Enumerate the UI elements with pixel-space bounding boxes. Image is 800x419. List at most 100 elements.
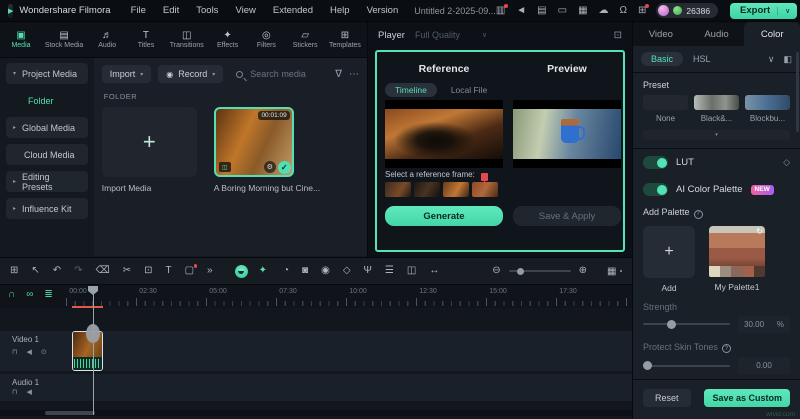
save-icon[interactable]: ▦: [578, 6, 587, 16]
quality-select[interactable]: Full Quality ∨: [415, 30, 487, 40]
track-manager-button[interactable]: ▦: [607, 266, 622, 277]
reference-thumb-2[interactable]: [414, 182, 440, 197]
compare-icon[interactable]: ◧: [783, 54, 792, 65]
save-apply-button[interactable]: Save & Apply: [513, 206, 621, 226]
strength-slider[interactable]: [643, 323, 730, 325]
diamond-icon[interactable]: ◇: [783, 157, 790, 168]
media-clip-tile[interactable]: 00:01:09 ◫ ⚙ ✓: [214, 107, 294, 177]
apps-grid-icon[interactable]: ⊞: [638, 6, 646, 16]
menu-extended[interactable]: Extended: [273, 5, 313, 16]
sidebar-item-editing-presets[interactable]: ▸ Editing Presets: [6, 171, 88, 192]
lock-icon[interactable]: ⊓: [12, 388, 17, 396]
text-tool-icon[interactable]: T: [165, 266, 171, 276]
undo-icon[interactable]: ↶: [53, 266, 61, 276]
import-button[interactable]: Import ▾: [102, 65, 152, 83]
sidebar-item-folder[interactable]: Folder: [6, 90, 88, 111]
help-icon[interactable]: ?: [694, 210, 703, 219]
import-media-tile[interactable]: +: [102, 107, 197, 177]
subtab-basic[interactable]: Basic: [641, 52, 683, 66]
speaker-icon[interactable]: ◀: [26, 388, 31, 396]
my-palette-tile[interactable]: ↻: [709, 226, 765, 277]
mask-icon[interactable]: ▢: [185, 266, 194, 276]
filter-icon[interactable]: ∇: [335, 69, 342, 80]
tab-titles[interactable]: T Titles: [131, 31, 161, 49]
clip-preview-icon[interactable]: ◫: [407, 266, 416, 276]
strength-value-box[interactable]: 30.00 %: [738, 316, 790, 333]
snapshot-icon[interactable]: ◙: [302, 266, 308, 276]
reference-thumb-3[interactable]: [443, 182, 469, 197]
playhead-line[interactable]: [93, 294, 95, 415]
marker-icon[interactable]: ☰: [385, 266, 394, 276]
tab-timeline[interactable]: Timeline: [385, 83, 437, 97]
preset-blockbuster[interactable]: Blockbu...: [745, 95, 790, 123]
tab-stock-media[interactable]: ▤ Stock Media: [45, 31, 84, 49]
lock-icon[interactable]: ⊓: [12, 348, 17, 356]
avatar[interactable]: [658, 5, 669, 16]
redo-icon[interactable]: ↷: [74, 266, 82, 276]
tab-media[interactable]: ▣ Media: [6, 31, 36, 49]
delete-icon[interactable]: ⌫: [96, 266, 110, 276]
record-button[interactable]: ◉ Record ▾: [158, 65, 223, 83]
megaphone-icon[interactable]: ◄: [516, 6, 526, 16]
tab-effects[interactable]: ✦ Effects: [213, 31, 243, 49]
chevron-down-icon[interactable]: ∨: [768, 54, 775, 65]
device-icon[interactable]: ▭: [558, 6, 567, 16]
tab-color[interactable]: Color: [744, 22, 800, 46]
ai-tool-icon[interactable]: ✦: [259, 266, 267, 276]
shield-icon[interactable]: ◇: [343, 266, 351, 276]
split-icon[interactable]: ✂: [123, 266, 131, 276]
zoom-out-icon[interactable]: ⊖: [492, 266, 500, 276]
sidebar-item-cloud-media[interactable]: Cloud Media: [6, 144, 88, 165]
preset-black-white[interactable]: Black&...: [694, 95, 739, 123]
more-tools-icon[interactable]: »: [207, 266, 213, 276]
menu-view[interactable]: View: [235, 5, 255, 16]
tab-local-file[interactable]: Local File: [441, 83, 497, 97]
sidebar-item-project-media[interactable]: ▾ Project Media: [6, 63, 88, 84]
subtab-hsl[interactable]: HSL: [693, 54, 711, 64]
reset-button[interactable]: Reset: [643, 389, 691, 407]
timeline-scrollbar[interactable]: [0, 410, 632, 416]
account-pill[interactable]: 26386: [656, 3, 718, 18]
tab-audio[interactable]: Audio: [689, 22, 745, 46]
preset-expand-bar[interactable]: ▾: [643, 130, 790, 140]
timeline-zoom-slider[interactable]: [509, 270, 571, 272]
fit-timeline-icon[interactable]: ↔: [429, 266, 439, 276]
menu-tools[interactable]: Tools: [196, 5, 218, 16]
snap-magnet-icon[interactable]: ∩: [8, 289, 15, 300]
zoom-in-icon[interactable]: ⊕: [579, 266, 587, 276]
tracks-icon[interactable]: ≣: [44, 289, 52, 300]
playhead-grip[interactable]: [86, 324, 100, 343]
export-chevron-icon[interactable]: ∨: [777, 7, 797, 15]
eye-icon[interactable]: ⊙: [41, 348, 47, 356]
lut-toggle[interactable]: [643, 156, 668, 169]
search-input[interactable]: [248, 68, 328, 80]
ai-color-palette-toggle[interactable]: [643, 183, 668, 196]
protect-slider[interactable]: [643, 365, 730, 367]
menu-edit[interactable]: Edit: [163, 5, 179, 16]
gear-icon[interactable]: ⚙: [264, 161, 276, 173]
export-button[interactable]: Export ∨: [730, 3, 797, 19]
mic-icon[interactable]: Ψ: [364, 266, 372, 276]
gift-icon[interactable]: ▥: [496, 6, 505, 16]
color-match-icon[interactable]: [235, 265, 248, 278]
panel-scrollbar[interactable]: [796, 52, 799, 132]
reference-thumb-1[interactable]: [385, 182, 411, 197]
player-layout-icon[interactable]: ⊡: [614, 30, 622, 41]
headset-icon[interactable]: Ω: [620, 6, 627, 16]
select-tool-icon[interactable]: ↖: [31, 266, 39, 276]
sidebar-item-influence-kit[interactable]: ▸ Influence Kit: [6, 198, 88, 219]
more-icon[interactable]: ⋯: [349, 69, 359, 80]
reference-thumb-4[interactable]: [472, 182, 498, 197]
refresh-icon[interactable]: ↻: [756, 227, 763, 236]
sidebar-item-global-media[interactable]: ▸ Global Media: [6, 117, 88, 138]
toolbox-grid-icon[interactable]: ⊞: [10, 266, 18, 276]
tab-transitions[interactable]: ◫ Transitions: [170, 31, 204, 49]
menu-help[interactable]: Help: [330, 5, 350, 16]
cloud-upload-icon[interactable]: ☁: [599, 6, 609, 16]
tab-filters[interactable]: ◎ Filters: [251, 31, 281, 49]
menu-version[interactable]: Version: [367, 5, 399, 16]
tab-stickers[interactable]: ▱ Stickers: [290, 31, 320, 49]
speaker-icon[interactable]: ◀: [26, 348, 31, 356]
tab-video[interactable]: Video: [633, 22, 689, 46]
preset-none[interactable]: None: [643, 95, 688, 123]
